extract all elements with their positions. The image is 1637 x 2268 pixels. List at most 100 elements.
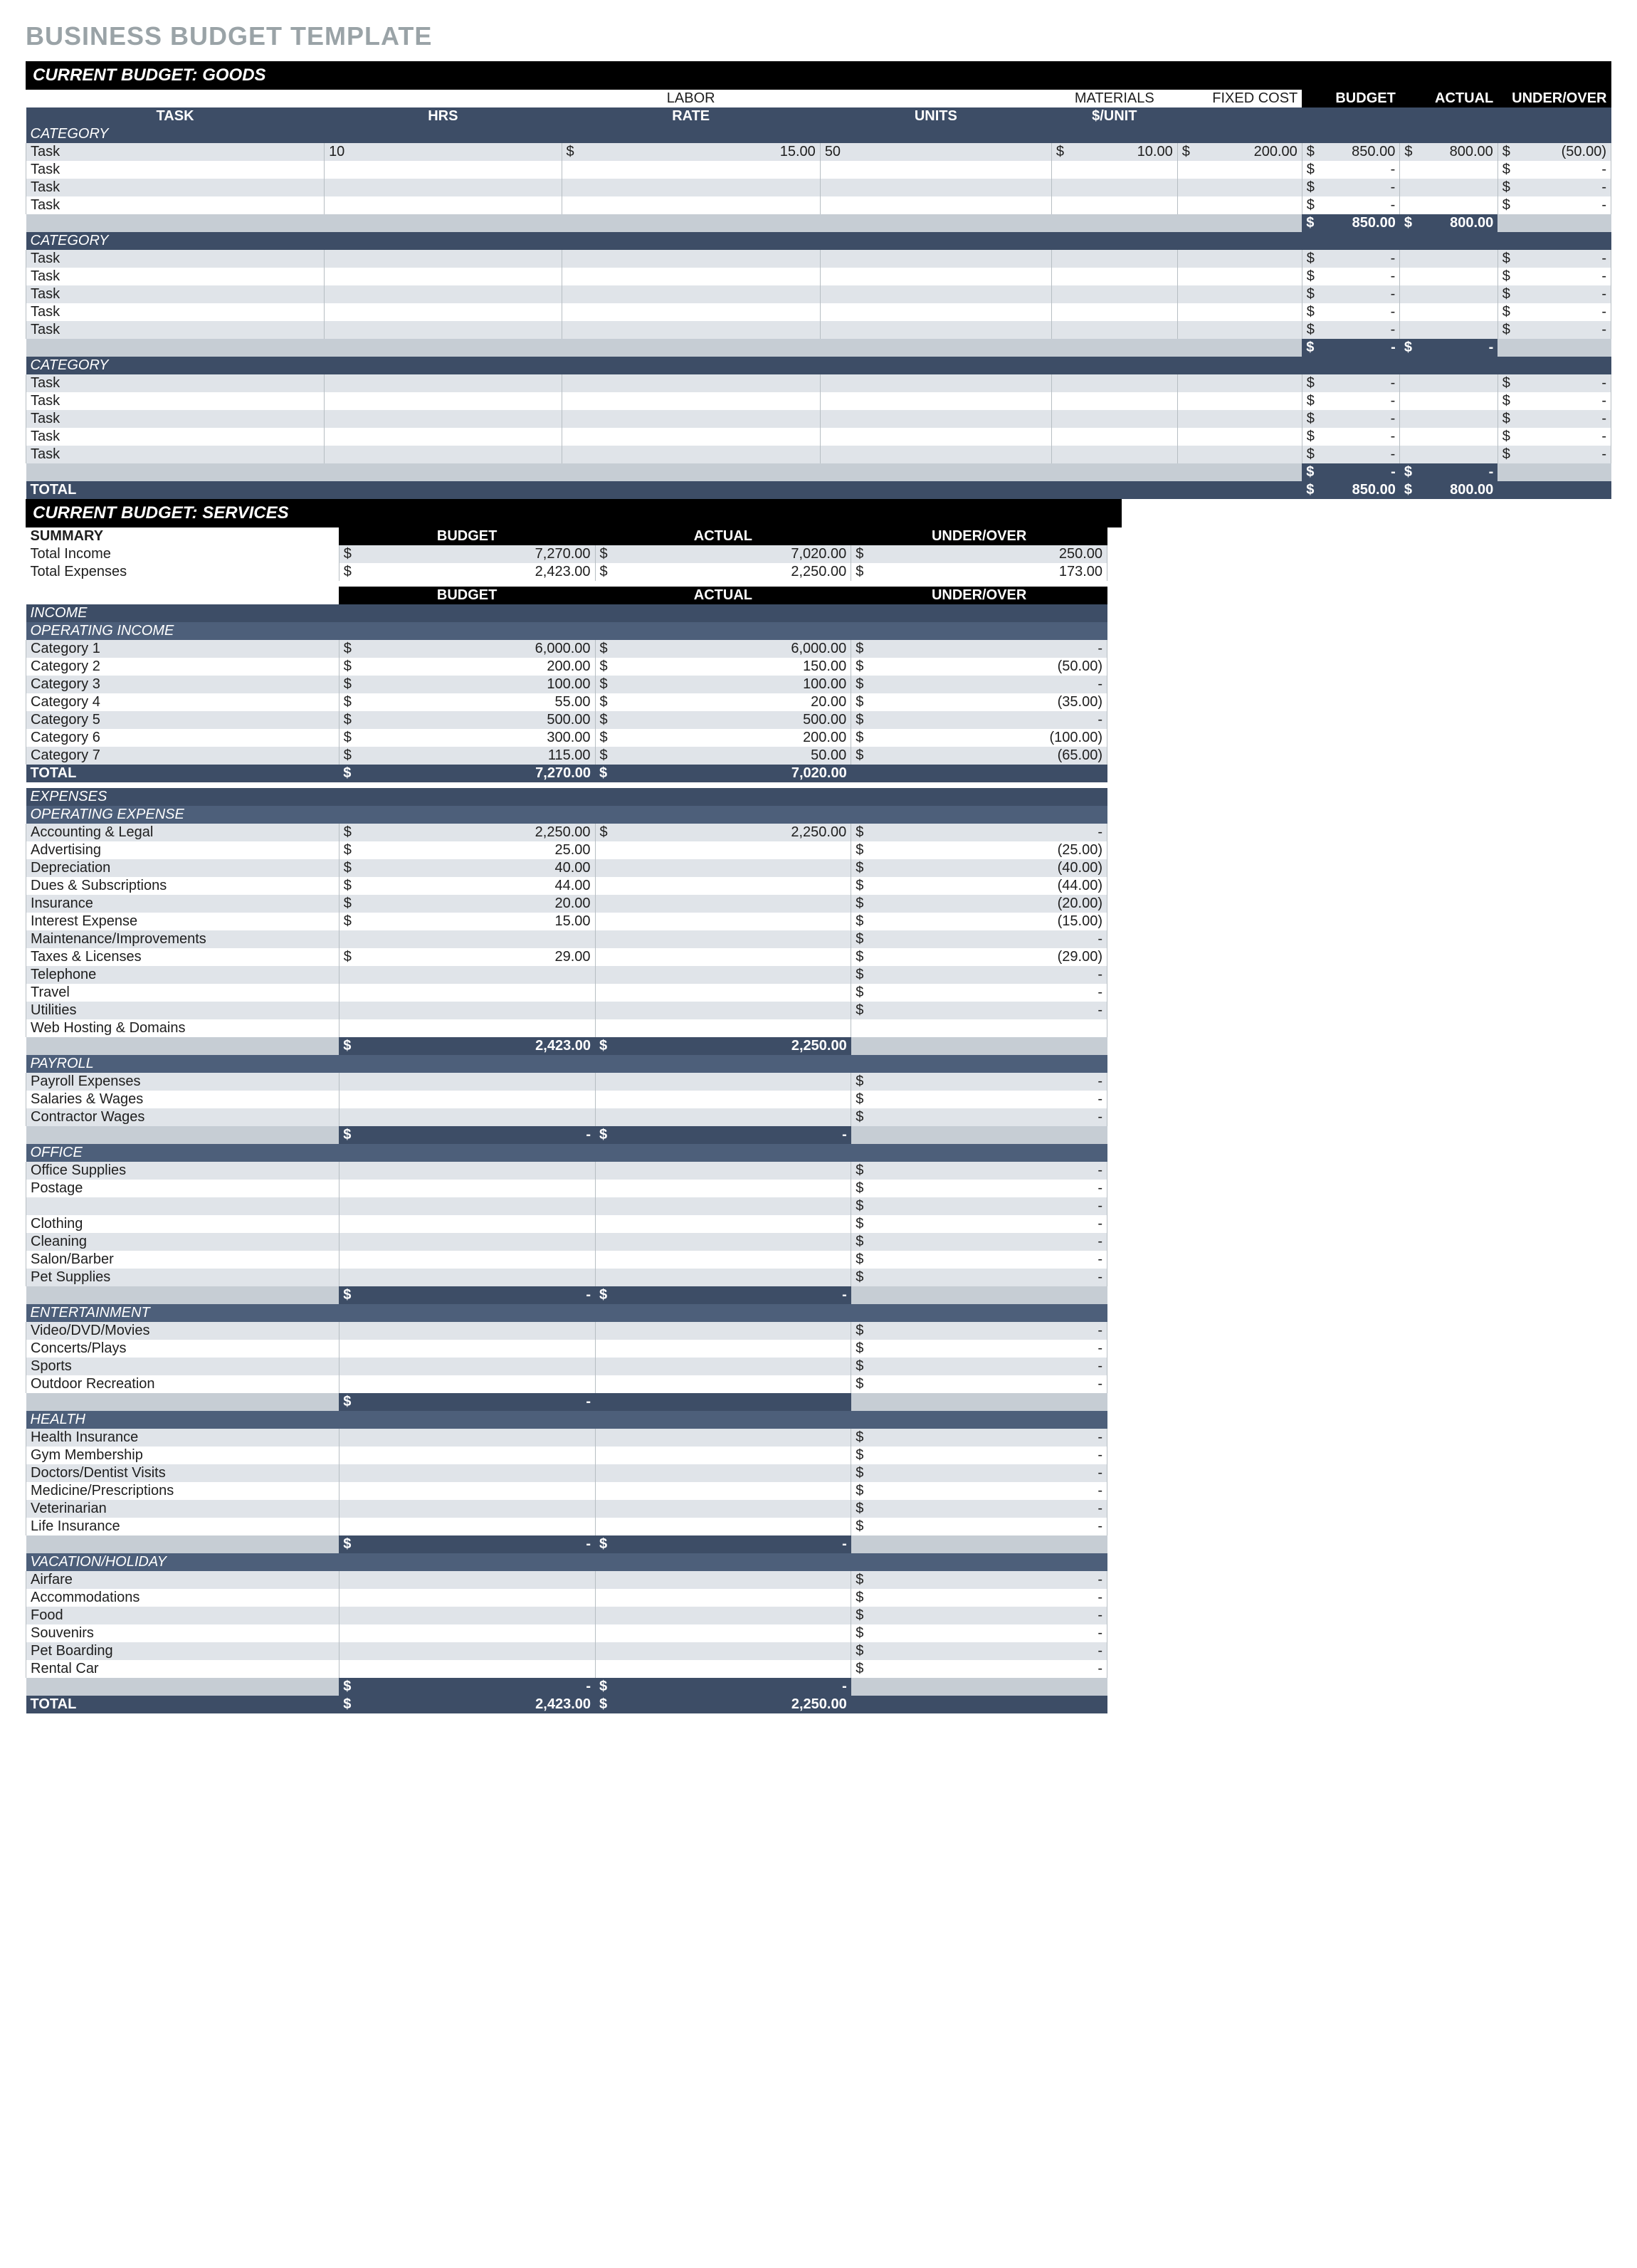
expense-label-cell[interactable]: Postage (26, 1180, 339, 1197)
income-budget-cell[interactable]: $6,000.00 (339, 640, 595, 658)
expense-label-cell[interactable]: Taxes & Licenses (26, 948, 339, 966)
expense-label-cell[interactable]: Depreciation (26, 859, 339, 877)
income-label-cell[interactable]: Category 7 (26, 747, 339, 765)
actual-cell[interactable] (1400, 392, 1497, 410)
fixed-cost-cell[interactable] (1177, 268, 1302, 285)
hrs-cell[interactable] (325, 285, 562, 303)
expense-actual-cell[interactable] (595, 1108, 851, 1126)
expense-label-cell[interactable]: Clothing (26, 1215, 339, 1233)
expense-label-cell[interactable]: Outdoor Recreation (26, 1375, 339, 1393)
actual-cell[interactable] (1400, 303, 1497, 321)
fixed-cost-cell[interactable] (1177, 410, 1302, 428)
expense-budget-cell[interactable] (339, 1375, 595, 1393)
actual-cell[interactable] (1400, 268, 1497, 285)
task-name-cell[interactable]: Task (26, 161, 325, 179)
unit-price-cell[interactable] (1051, 303, 1177, 321)
task-name-cell[interactable]: Task (26, 374, 325, 392)
expense-actual-cell[interactable] (595, 1215, 851, 1233)
expense-actual-cell[interactable] (595, 895, 851, 913)
rate-cell[interactable] (562, 392, 820, 410)
income-label-cell[interactable]: Category 6 (26, 729, 339, 747)
units-cell[interactable] (820, 196, 1051, 214)
hrs-cell[interactable] (325, 179, 562, 196)
expense-budget-cell[interactable] (339, 1091, 595, 1108)
expense-actual-cell[interactable] (595, 1624, 851, 1642)
task-name-cell[interactable]: Task (26, 143, 325, 161)
unit-price-cell[interactable] (1051, 161, 1177, 179)
actual-cell[interactable] (1400, 446, 1497, 463)
expense-label-cell[interactable]: Insurance (26, 895, 339, 913)
fixed-cost-cell[interactable] (1177, 250, 1302, 268)
rate-cell[interactable] (562, 161, 820, 179)
income-actual-cell[interactable]: $150.00 (595, 658, 851, 676)
expense-label-cell[interactable]: Sports (26, 1358, 339, 1375)
expense-budget-cell[interactable] (339, 1197, 595, 1215)
expense-label-cell[interactable]: Payroll Expenses (26, 1073, 339, 1091)
expense-budget-cell[interactable] (339, 1429, 595, 1447)
unit-price-cell[interactable] (1051, 410, 1177, 428)
expense-label-cell[interactable]: Telephone (26, 966, 339, 984)
expense-budget-cell[interactable] (339, 1180, 595, 1197)
unit-price-cell[interactable] (1051, 250, 1177, 268)
expense-actual-cell[interactable] (595, 1340, 851, 1358)
actual-cell[interactable] (1400, 161, 1497, 179)
expense-actual-cell[interactable] (595, 1322, 851, 1340)
expense-label-cell[interactable]: Airfare (26, 1571, 339, 1589)
expense-budget-cell[interactable]: $44.00 (339, 877, 595, 895)
hrs-cell[interactable] (325, 196, 562, 214)
rate-cell[interactable] (562, 410, 820, 428)
expense-actual-cell[interactable]: $2,250.00 (595, 824, 851, 841)
expense-actual-cell[interactable] (595, 984, 851, 1002)
actual-cell[interactable] (1400, 196, 1497, 214)
expense-label-cell[interactable]: Veterinarian (26, 1500, 339, 1518)
expense-budget-cell[interactable] (339, 1624, 595, 1642)
rate-cell[interactable] (562, 321, 820, 339)
expense-label-cell[interactable]: Accommodations (26, 1589, 339, 1607)
expense-budget-cell[interactable]: $20.00 (339, 895, 595, 913)
expense-label-cell[interactable]: Maintenance/Improvements (26, 930, 339, 948)
unit-price-cell[interactable] (1051, 392, 1177, 410)
units-cell[interactable] (820, 250, 1051, 268)
rate-cell[interactable] (562, 179, 820, 196)
task-name-cell[interactable]: Task (26, 303, 325, 321)
expense-budget-cell[interactable] (339, 966, 595, 984)
unit-price-cell[interactable] (1051, 428, 1177, 446)
expense-budget-cell[interactable] (339, 1447, 595, 1464)
units-cell[interactable] (820, 410, 1051, 428)
task-name-cell[interactable]: Task (26, 446, 325, 463)
expense-actual-cell[interactable] (595, 1642, 851, 1660)
units-cell[interactable] (820, 321, 1051, 339)
unit-price-cell[interactable] (1051, 446, 1177, 463)
income-label-cell[interactable]: Category 3 (26, 676, 339, 693)
expense-budget-cell[interactable] (339, 1108, 595, 1126)
actual-cell[interactable] (1400, 410, 1497, 428)
actual-cell[interactable]: $800.00 (1400, 143, 1497, 161)
task-name-cell[interactable]: Task (26, 321, 325, 339)
income-budget-cell[interactable]: $115.00 (339, 747, 595, 765)
expense-label-cell[interactable]: Travel (26, 984, 339, 1002)
income-budget-cell[interactable]: $500.00 (339, 711, 595, 729)
expense-actual-cell[interactable] (595, 1002, 851, 1019)
expense-budget-cell[interactable] (339, 1571, 595, 1589)
expense-actual-cell[interactable] (595, 1269, 851, 1286)
unit-price-cell[interactable]: $10.00 (1051, 143, 1177, 161)
expense-actual-cell[interactable] (595, 1571, 851, 1589)
hrs-cell[interactable] (325, 446, 562, 463)
expense-actual-cell[interactable] (595, 1518, 851, 1535)
income-budget-cell[interactable]: $200.00 (339, 658, 595, 676)
actual-cell[interactable] (1400, 250, 1497, 268)
hrs-cell[interactable] (325, 410, 562, 428)
hrs-cell[interactable] (325, 374, 562, 392)
fixed-cost-cell[interactable] (1177, 285, 1302, 303)
task-name-cell[interactable]: Task (26, 285, 325, 303)
expense-label-cell[interactable]: Souvenirs (26, 1624, 339, 1642)
expense-budget-cell[interactable] (339, 1073, 595, 1091)
income-actual-cell[interactable]: $20.00 (595, 693, 851, 711)
income-budget-cell[interactable]: $300.00 (339, 729, 595, 747)
expense-actual-cell[interactable] (595, 966, 851, 984)
task-name-cell[interactable]: Task (26, 250, 325, 268)
expense-actual-cell[interactable] (595, 841, 851, 859)
expense-label-cell[interactable]: Pet Supplies (26, 1269, 339, 1286)
rate-cell[interactable]: $15.00 (562, 143, 820, 161)
income-actual-cell[interactable]: $100.00 (595, 676, 851, 693)
